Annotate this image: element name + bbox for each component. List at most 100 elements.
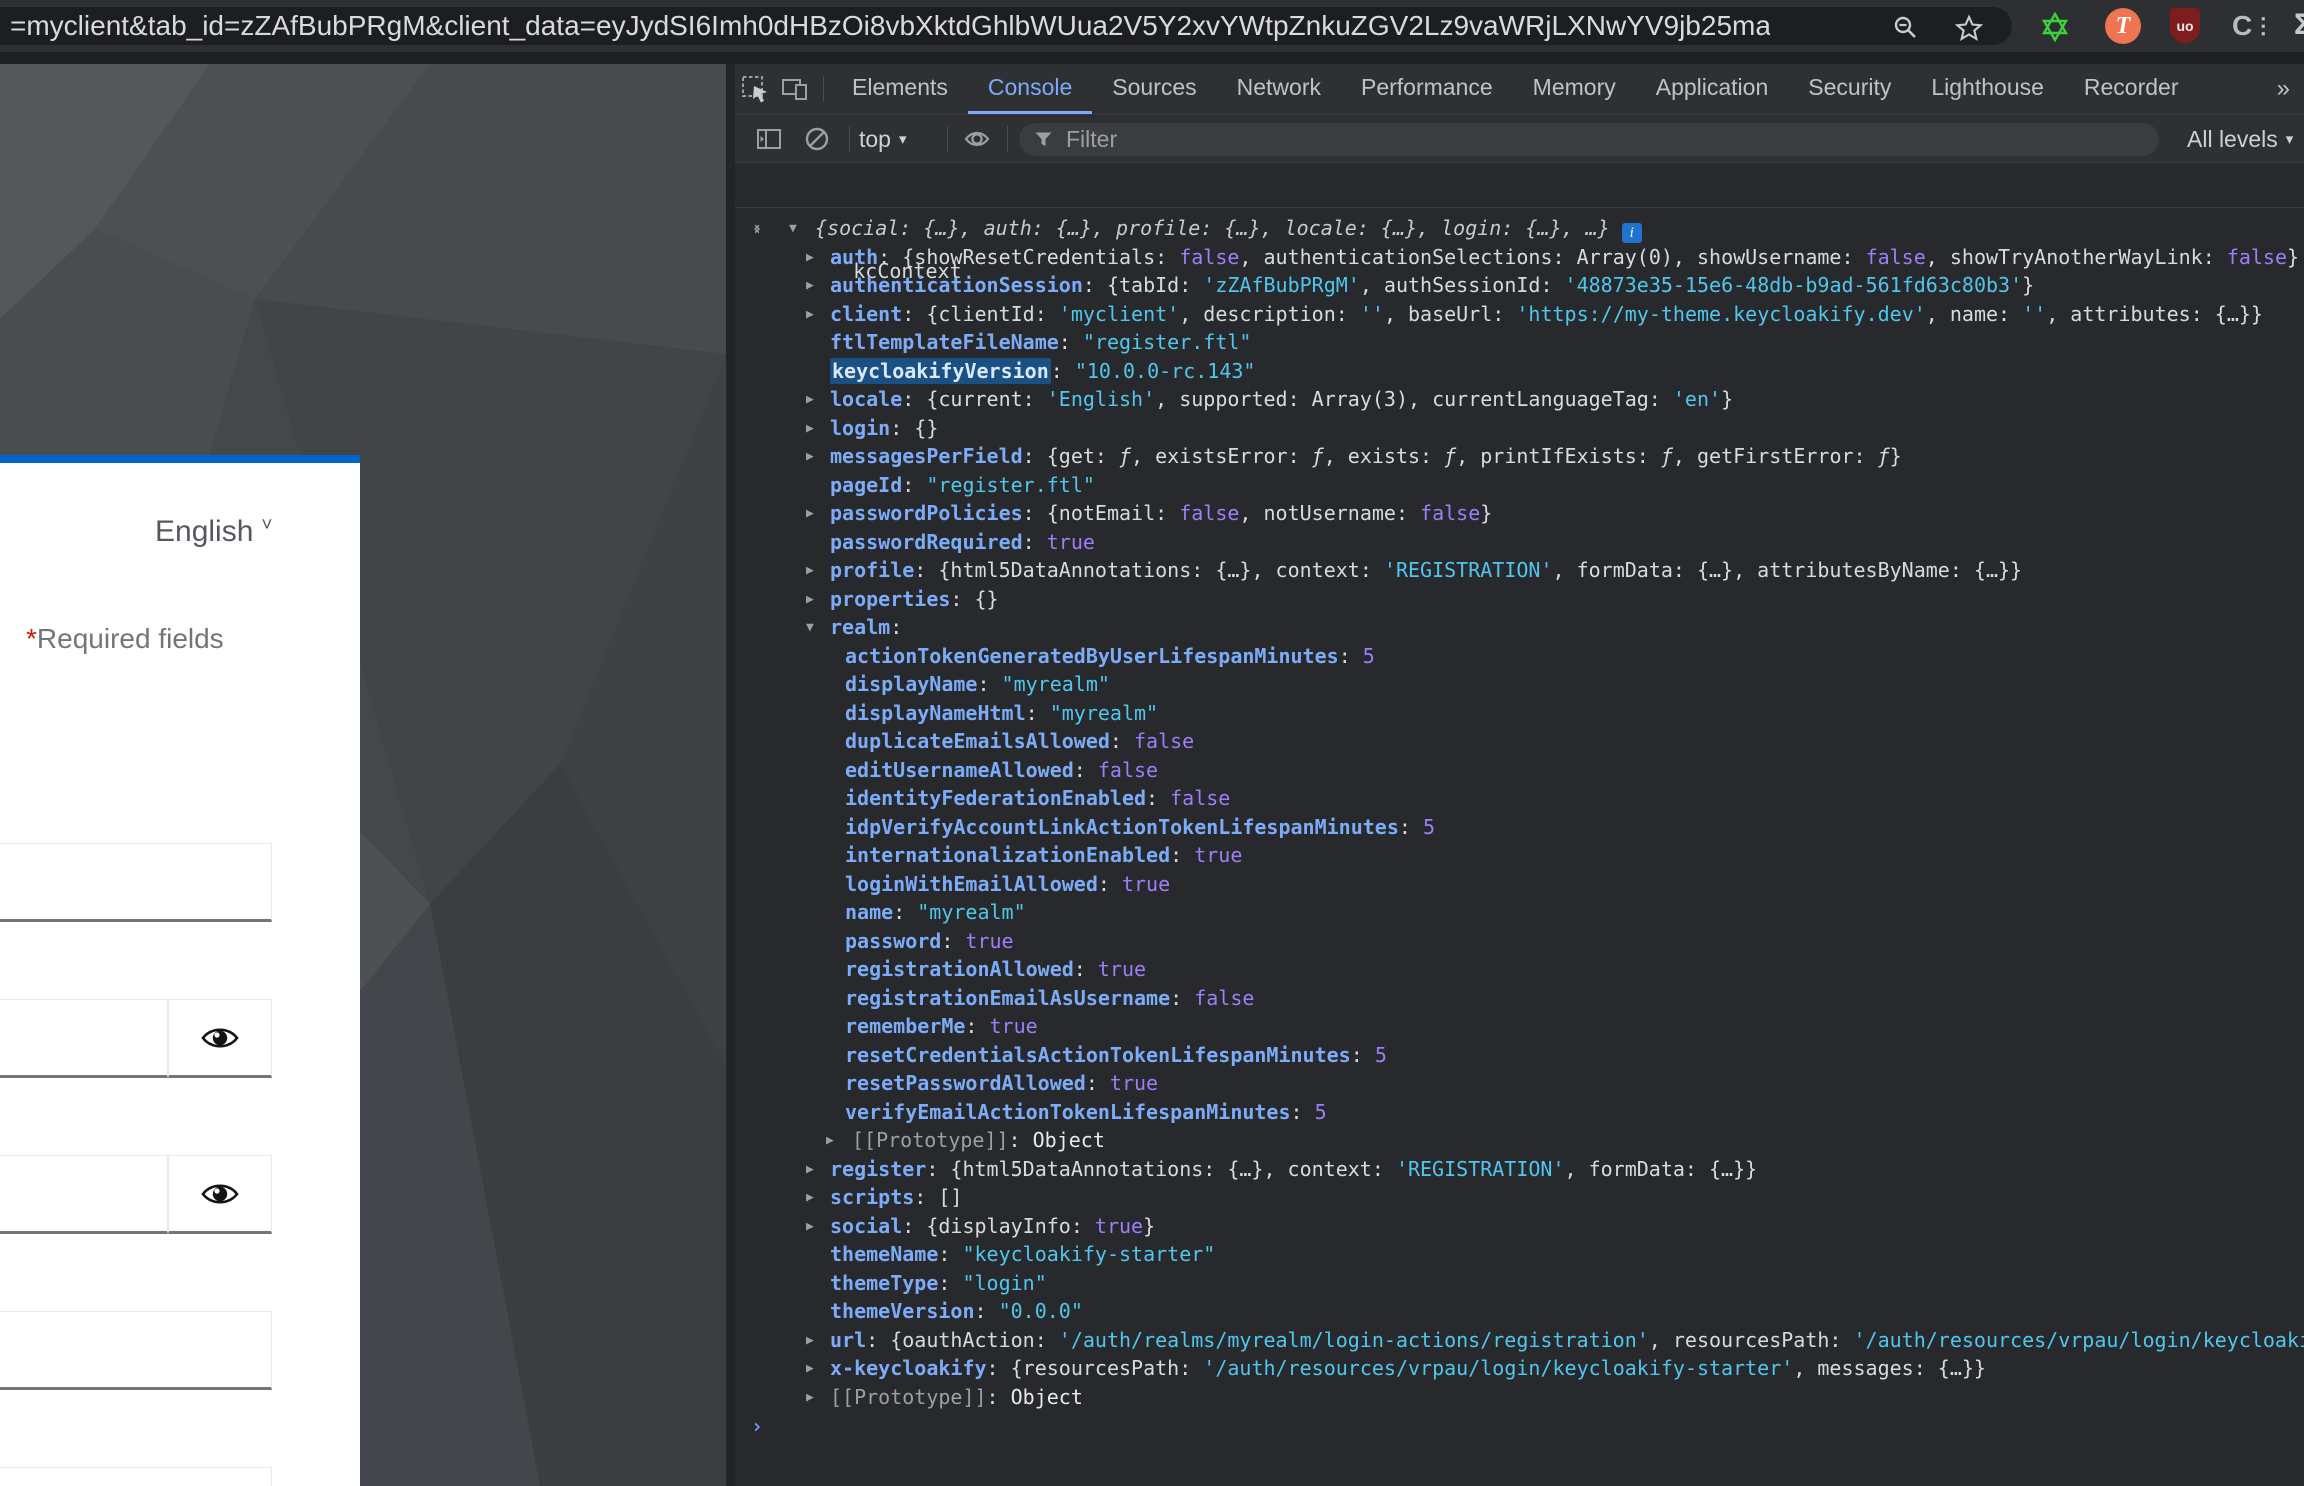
- password-confirm-input[interactable]: [0, 1155, 168, 1234]
- partial-glyph: Σ: [2294, 8, 2304, 41]
- filter-input[interactable]: Filter: [1019, 123, 2159, 156]
- expand-arrow-icon[interactable]: ▶: [806, 1156, 814, 1184]
- bookmark-star-icon[interactable]: [1955, 14, 1983, 47]
- extension-colorzilla-icon[interactable]: C⋮: [2232, 8, 2272, 44]
- expand-arrow-icon[interactable]: ▶: [806, 1355, 814, 1383]
- expand-arrow-icon[interactable]: ▶: [806, 1184, 814, 1212]
- devtools-tabbar: ElementsConsoleSourcesNetworkPerformance…: [735, 64, 2304, 115]
- required-note-label: Required fields: [37, 623, 224, 654]
- page-zoom-icon[interactable]: [1893, 15, 1919, 46]
- form-field-1: [0, 843, 272, 922]
- show-password-confirm-button[interactable]: [168, 1155, 272, 1234]
- console-prompt[interactable]: ›: [735, 1411, 2304, 1441]
- form-field-2: [0, 1311, 272, 1390]
- input-field-1[interactable]: [0, 843, 272, 922]
- console-row: displayNameHtml: "myrealm": [735, 699, 2304, 728]
- expand-arrow-icon[interactable]: ▶: [806, 386, 814, 414]
- clear-console-icon[interactable]: [797, 119, 837, 159]
- console-row: ▶social: {displayInfo: true}: [735, 1212, 2304, 1241]
- eye-icon: [200, 1024, 240, 1052]
- console-sidebar-icon[interactable]: [749, 119, 789, 159]
- extension-partial-icon[interactable]: Σ: [2294, 8, 2304, 42]
- tab-memory[interactable]: Memory: [1513, 64, 1636, 114]
- password-input[interactable]: [0, 999, 168, 1078]
- console-row: themeType: "login": [735, 1269, 2304, 1298]
- language-selector-label: English: [155, 515, 253, 548]
- console-row: ▶messagesPerField: {get: ƒ, existsError:…: [735, 442, 2304, 471]
- window-seam: [0, 52, 2304, 64]
- console-row: displayName: "myrealm": [735, 670, 2304, 699]
- tab-console[interactable]: Console: [968, 64, 1092, 114]
- chevron-down-icon: ˅: [261, 515, 272, 536]
- url-text[interactable]: =myclient&tab_id=zZAfBubPRgM&client_data…: [10, 7, 1770, 45]
- divider: [947, 126, 948, 152]
- collapse-arrow-icon[interactable]: ▼: [789, 215, 797, 243]
- tab-recorder[interactable]: Recorder: [2064, 64, 2199, 114]
- expand-arrow-icon[interactable]: ▶: [806, 557, 814, 585]
- colorzilla-dots: ⋮: [2252, 13, 2272, 38]
- expand-arrow-icon[interactable]: ▶: [806, 1327, 814, 1355]
- console-row: ▶x-keycloakify: {resourcesPath: '/auth/r…: [735, 1354, 2304, 1383]
- console-row: identityFederationEnabled: false: [735, 784, 2304, 813]
- input-field-3[interactable]: [0, 1467, 272, 1486]
- console-toolbar: top▾ Filter All levels ▾: [735, 116, 2304, 163]
- url-bar[interactable]: =myclient&tab_id=zZAfBubPRgM&client_data…: [0, 7, 2012, 45]
- expand-arrow-icon[interactable]: ▶: [806, 244, 814, 272]
- device-toolbar-icon[interactable]: [775, 69, 815, 109]
- tab-lighthouse[interactable]: Lighthouse: [1911, 64, 2064, 114]
- expand-arrow-icon[interactable]: ▶: [806, 443, 814, 471]
- console-output: ‹▼{social: {…}, auth: {…}, profile: {…},…: [735, 208, 2304, 1411]
- console-row: ▶authenticationSession: {tabId: 'zZAfBub…: [735, 271, 2304, 300]
- expand-arrow-icon[interactable]: ▶: [806, 500, 814, 528]
- collapse-arrow-icon[interactable]: ▼: [806, 614, 814, 642]
- screenshot-root: { "browser": { "url": "=myclient&tab_id=…: [0, 0, 2304, 1486]
- expand-arrow-icon[interactable]: ▶: [806, 586, 814, 614]
- expand-arrow-icon[interactable]: ▶: [806, 415, 814, 443]
- tab-performance[interactable]: Performance: [1341, 64, 1513, 114]
- tab-network[interactable]: Network: [1217, 64, 1341, 114]
- console-row: pageId: "register.ftl": [735, 471, 2304, 500]
- show-password-button[interactable]: [168, 999, 272, 1078]
- inspect-element-icon[interactable]: [735, 69, 775, 109]
- tab-sources[interactable]: Sources: [1092, 64, 1216, 114]
- tab-security[interactable]: Security: [1788, 64, 1911, 114]
- log-levels-dropdown[interactable]: All levels ▾: [2187, 116, 2293, 162]
- console-row: registrationAllowed: true: [735, 955, 2304, 984]
- input-field-2[interactable]: [0, 1311, 272, 1390]
- expand-arrow-icon[interactable]: ▶: [806, 1384, 814, 1412]
- divider: [849, 126, 850, 152]
- console-row: passwordRequired: true: [735, 528, 2304, 557]
- language-selector[interactable]: English ˅: [155, 515, 273, 549]
- console-row: ▶client: {clientId: 'myclient', descript…: [735, 300, 2304, 329]
- extension-ublock-shield-icon[interactable]: uo: [2170, 8, 2200, 43]
- context-selector[interactable]: top▾: [859, 116, 907, 162]
- extension-green-star-icon[interactable]: [2040, 12, 2070, 47]
- extension-tabby-icon[interactable]: T: [2105, 8, 2141, 44]
- console-row: keycloakifyVersion: "10.0.0-rc.143": [735, 357, 2304, 386]
- expand-arrow-icon[interactable]: ▶: [806, 272, 814, 300]
- log-levels-label: All levels: [2187, 126, 2278, 153]
- console-pane[interactable]: › kcContext ‹▼{social: {…}, auth: {…}, p…: [735, 164, 2304, 1486]
- console-row: ▶properties: {}: [735, 585, 2304, 614]
- expand-arrow-icon[interactable]: ▶: [826, 1127, 834, 1155]
- live-expression-eye-icon[interactable]: [957, 119, 997, 159]
- console-row: registrationEmailAsUsername: false: [735, 984, 2304, 1013]
- required-asterisk: *: [26, 623, 37, 654]
- info-icon[interactable]: i: [1622, 223, 1642, 243]
- more-tabs-icon[interactable]: »: [2263, 75, 2304, 103]
- console-row: loginWithEmailAllowed: true: [735, 870, 2304, 899]
- expand-arrow-icon[interactable]: ▶: [806, 301, 814, 329]
- prompt-chevron-icon: ›: [751, 1411, 763, 1441]
- form-field-3: [0, 1467, 272, 1486]
- expand-arrow-icon[interactable]: ▶: [806, 1213, 814, 1241]
- filter-placeholder: Filter: [1066, 126, 1117, 153]
- console-row: ▶url: {oauthAction: '/auth/realms/myreal…: [735, 1326, 2304, 1355]
- console-row: verifyEmailActionTokenLifespanMinutes: 5: [735, 1098, 2304, 1127]
- tab-elements[interactable]: Elements: [832, 64, 968, 114]
- tab-application[interactable]: Application: [1636, 64, 1789, 114]
- browser-toolbar: =myclient&tab_id=zZAfBubPRgM&client_data…: [0, 0, 2304, 52]
- console-row: editUsernameAllowed: false: [735, 756, 2304, 785]
- colorzilla-letter: C: [2232, 10, 2252, 41]
- tabby-letter: T: [2116, 13, 2131, 40]
- chevron-down-icon: ▾: [2286, 130, 2294, 148]
